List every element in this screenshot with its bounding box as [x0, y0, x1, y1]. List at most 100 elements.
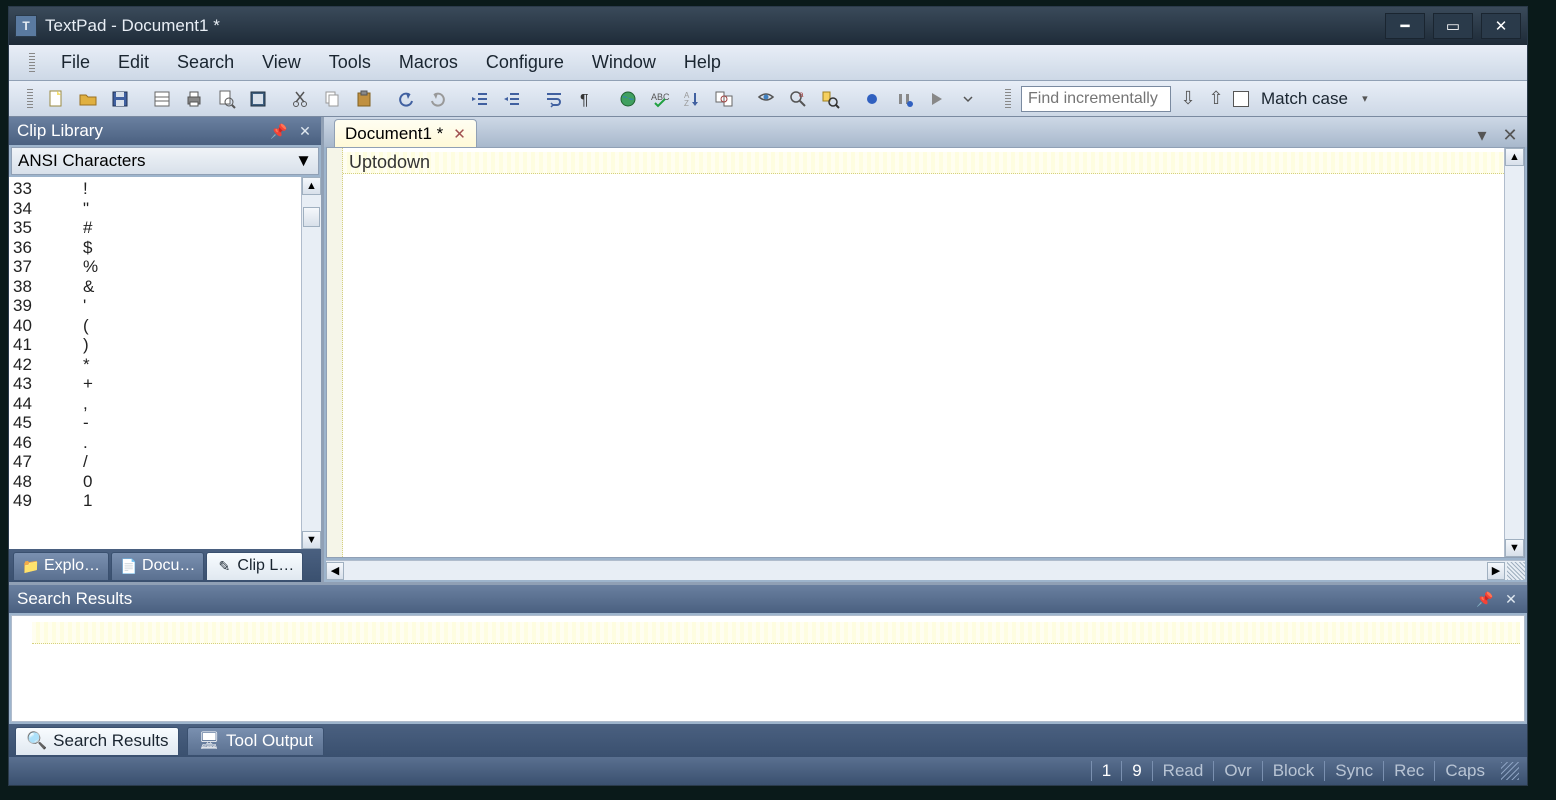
- clip-row[interactable]: 46.: [13, 433, 297, 453]
- text-editor[interactable]: Uptodown ▲ ▼: [326, 147, 1525, 558]
- tab-clip-library[interactable]: ✎Clip L…: [206, 552, 303, 580]
- clip-row[interactable]: 40(: [13, 316, 297, 336]
- scroll-up-icon[interactable]: ▲: [302, 177, 321, 195]
- find-in-files-icon[interactable]: [815, 85, 845, 113]
- close-button[interactable]: ✕: [1481, 13, 1521, 39]
- clip-row[interactable]: 44,: [13, 394, 297, 414]
- word-wrap-icon[interactable]: [539, 85, 569, 113]
- sort-icon[interactable]: AZ: [677, 85, 707, 113]
- menu-file[interactable]: File: [49, 48, 102, 77]
- menu-help[interactable]: Help: [672, 48, 733, 77]
- find-toolbar-grip[interactable]: [1005, 89, 1011, 109]
- window-resize-grip-icon[interactable]: [1501, 762, 1519, 780]
- cut-icon[interactable]: [285, 85, 315, 113]
- toolbar-grip[interactable]: [27, 89, 33, 109]
- document-tab-label: Document1 *: [345, 124, 443, 144]
- clip-row[interactable]: 47/: [13, 452, 297, 472]
- indent-icon[interactable]: [465, 85, 495, 113]
- tabbar-close-icon[interactable]: ✕: [1499, 123, 1521, 147]
- tool-output-icon: 🖥: [198, 731, 220, 751]
- clip-row[interactable]: 37%: [13, 257, 297, 277]
- menu-window[interactable]: Window: [580, 48, 668, 77]
- clip-scrollbar[interactable]: ▲ ▼: [301, 177, 321, 549]
- tab-close-icon[interactable]: ✕: [453, 125, 466, 143]
- menu-configure[interactable]: Configure: [474, 48, 576, 77]
- editor-scroll-up-icon[interactable]: ▲: [1505, 148, 1524, 166]
- tabbar-menu-icon[interactable]: ▾: [1471, 123, 1493, 147]
- web-icon[interactable]: [613, 85, 643, 113]
- print-icon[interactable]: [179, 85, 209, 113]
- clip-row[interactable]: 39': [13, 296, 297, 316]
- paste-icon[interactable]: [349, 85, 379, 113]
- print-preview-icon[interactable]: [211, 85, 241, 113]
- tab-search-results[interactable]: 🔍Search Results: [15, 727, 179, 755]
- editor-scroll-down-icon[interactable]: ▼: [1505, 539, 1524, 557]
- clip-row[interactable]: 43+: [13, 374, 297, 394]
- pane-close-icon[interactable]: ✕: [295, 122, 315, 140]
- match-case-checkbox[interactable]: [1233, 91, 1249, 107]
- resize-grip-icon[interactable]: [1507, 562, 1525, 580]
- sr-pin-icon[interactable]: 📌: [1475, 590, 1495, 608]
- editor-scroll-right-icon[interactable]: ▶: [1487, 562, 1505, 580]
- document-tab[interactable]: Document1 * ✕: [334, 119, 477, 147]
- menu-macros[interactable]: Macros: [387, 48, 470, 77]
- search-results-body[interactable]: [11, 615, 1525, 722]
- replace-icon[interactable]: a: [783, 85, 813, 113]
- undo-icon[interactable]: [391, 85, 421, 113]
- macro-pause-icon[interactable]: [889, 85, 919, 113]
- find-next-icon[interactable]: ⇩: [1177, 87, 1199, 111]
- menu-edit[interactable]: Edit: [106, 48, 161, 77]
- macro-record-icon[interactable]: [857, 85, 887, 113]
- pin-icon[interactable]: 📌: [269, 122, 289, 140]
- clip-category-select[interactable]: ANSI Characters ▼: [11, 147, 319, 175]
- pilcrow-icon[interactable]: ¶: [571, 85, 601, 113]
- maximize-button[interactable]: ▭: [1433, 13, 1473, 39]
- clip-row[interactable]: 491: [13, 491, 297, 511]
- clip-list[interactable]: 33!34"35#36$37%38&39'40(41)42*43+44,45-4…: [9, 177, 321, 549]
- scroll-thumb[interactable]: [303, 207, 320, 227]
- toolbar-overflow-icon[interactable]: [953, 85, 983, 113]
- clip-row[interactable]: 34": [13, 199, 297, 219]
- open-icon[interactable]: [73, 85, 103, 113]
- manage-files-icon[interactable]: [147, 85, 177, 113]
- menu-view[interactable]: View: [250, 48, 313, 77]
- spellcheck-icon[interactable]: ABC: [645, 85, 675, 113]
- clip-row[interactable]: 38&: [13, 277, 297, 297]
- menubar-grip[interactable]: [29, 53, 35, 73]
- editor-scroll-left-icon[interactable]: ◀: [326, 562, 344, 580]
- minimize-button[interactable]: ━: [1385, 13, 1425, 39]
- scroll-down-icon[interactable]: ▼: [302, 531, 321, 549]
- clip-row[interactable]: 41): [13, 335, 297, 355]
- clip-row[interactable]: 42*: [13, 355, 297, 375]
- macro-play-icon[interactable]: [921, 85, 951, 113]
- clip-row[interactable]: 33!: [13, 179, 297, 199]
- menu-search[interactable]: Search: [165, 48, 246, 77]
- svg-text:a: a: [799, 90, 804, 99]
- find-prev-icon[interactable]: ⇧: [1205, 87, 1227, 111]
- find-icon[interactable]: [751, 85, 781, 113]
- copy-icon[interactable]: [317, 85, 347, 113]
- document-properties-icon[interactable]: [243, 85, 273, 113]
- find-toolbar-overflow-icon[interactable]: ▾: [1354, 87, 1376, 111]
- tab-documents[interactable]: 📄Docu…: [111, 552, 204, 580]
- clip-row[interactable]: 35#: [13, 218, 297, 238]
- find-input[interactable]: [1021, 86, 1171, 112]
- titlebar[interactable]: T TextPad - Document1 * ━ ▭ ✕: [9, 7, 1527, 45]
- tab-tool-output[interactable]: 🖥Tool Output: [187, 727, 324, 755]
- outdent-icon[interactable]: [497, 85, 527, 113]
- tab-explorer[interactable]: 📁Explo…: [13, 552, 109, 580]
- clip-row[interactable]: 36$: [13, 238, 297, 258]
- save-icon[interactable]: [105, 85, 135, 113]
- editor-content[interactable]: Uptodown: [349, 152, 1498, 173]
- new-icon[interactable]: [41, 85, 71, 113]
- editor-vscrollbar[interactable]: ▲ ▼: [1504, 148, 1524, 557]
- folder-icon: 📁: [22, 557, 40, 575]
- editor-hscrollbar[interactable]: ◀ ▶: [326, 560, 1525, 580]
- bottom-pane: Search Results 📌 ✕ 🔍Search Results 🖥Tool…: [9, 582, 1527, 757]
- menu-tools[interactable]: Tools: [317, 48, 383, 77]
- clip-row[interactable]: 45-: [13, 413, 297, 433]
- redo-icon[interactable]: [423, 85, 453, 113]
- sr-close-icon[interactable]: ✕: [1501, 590, 1521, 608]
- clip-row[interactable]: 480: [13, 472, 297, 492]
- compare-icon[interactable]: [709, 85, 739, 113]
